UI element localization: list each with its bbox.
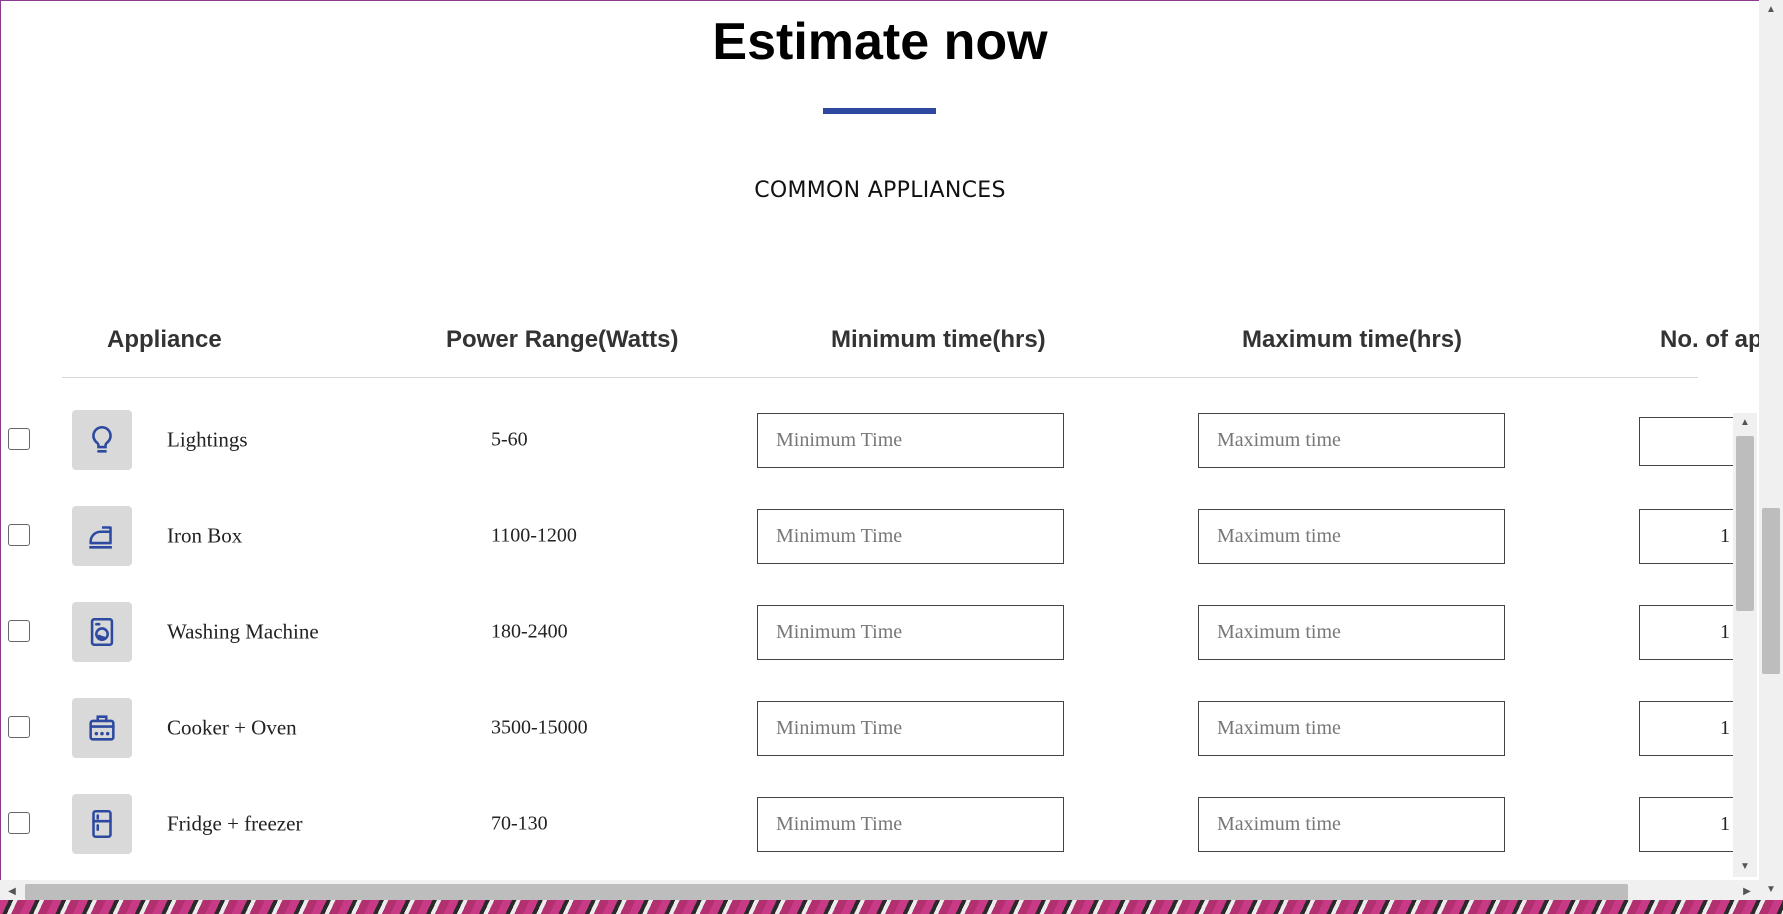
page-scroll-down-icon[interactable]: ▼	[1759, 880, 1783, 900]
appliance-name: Washing Machine	[167, 619, 319, 644]
row-checkbox[interactable]	[8, 812, 30, 834]
appliance-count-input[interactable]	[1639, 605, 1733, 660]
table-row: Cooker + Oven 3500-15000	[0, 688, 1733, 784]
fridge-icon	[72, 794, 132, 854]
header-minimum-time: Minimum time(hrs)	[831, 326, 1046, 353]
page-scroll-thumb[interactable]	[1762, 508, 1780, 674]
page-vertical-scrollbar[interactable]: ▲ ▼	[1759, 0, 1783, 900]
power-range: 180-2400	[491, 620, 568, 643]
table-row: Iron Box 1100-1200	[0, 496, 1733, 592]
table-vertical-scrollbar[interactable]: ▲ ▼	[1733, 413, 1757, 877]
header-divider	[62, 377, 1698, 378]
row-checkbox[interactable]	[8, 524, 30, 546]
title-underline	[823, 108, 936, 114]
appliance-name: Lightings	[167, 427, 248, 452]
table-scroll-thumb[interactable]	[1736, 436, 1754, 611]
scroll-up-icon[interactable]: ▲	[1733, 413, 1757, 433]
header-appliance: Appliance	[107, 326, 222, 353]
table-row: Washing Machine 180-2400	[0, 592, 1733, 688]
section-subtitle: COMMON APPLIANCES	[754, 178, 1006, 203]
appliance-count-input[interactable]	[1639, 797, 1733, 852]
page-title: Estimate now	[712, 13, 1048, 71]
appliance-name: Cooker + Oven	[167, 715, 297, 740]
washing-machine-icon	[72, 602, 132, 662]
power-range: 3500-15000	[491, 716, 588, 739]
row-checkbox[interactable]	[8, 716, 30, 738]
appliance-count-input[interactable]	[1639, 701, 1733, 756]
minimum-time-input[interactable]	[757, 509, 1064, 564]
horizontal-scroll-thumb[interactable]	[25, 884, 1628, 900]
minimum-time-input[interactable]	[757, 797, 1064, 852]
power-range: 1100-1200	[491, 524, 577, 547]
maximum-time-input[interactable]	[1198, 797, 1505, 852]
power-range: 70-130	[491, 812, 548, 835]
header-maximum-time: Maximum time(hrs)	[1242, 326, 1463, 353]
appliance-name: Iron Box	[167, 523, 243, 548]
appliance-name: Fridge + freezer	[167, 811, 303, 836]
background-image-strip	[0, 900, 1783, 914]
appliance-count-input[interactable]	[1639, 417, 1733, 466]
table-row: Fridge + freezer 70-130	[0, 784, 1733, 878]
appliance-list[interactable]: Lightings 5-60 Iron Box 1100-1200 Washin…	[0, 400, 1733, 878]
minimum-time-input[interactable]	[757, 413, 1064, 468]
scroll-down-icon[interactable]: ▼	[1733, 857, 1757, 877]
oven-icon	[72, 698, 132, 758]
maximum-time-input[interactable]	[1198, 605, 1505, 660]
power-range: 5-60	[491, 428, 528, 451]
maximum-time-input[interactable]	[1198, 509, 1505, 564]
maximum-time-input[interactable]	[1198, 701, 1505, 756]
lightbulb-icon	[72, 410, 132, 470]
table-header: Appliance Power Range(Watts) Minimum tim…	[0, 320, 1763, 360]
row-checkbox[interactable]	[8, 428, 30, 450]
page-scroll-up-icon[interactable]: ▲	[1759, 0, 1783, 20]
iron-icon	[72, 506, 132, 566]
table-row: Lightings 5-60	[0, 400, 1733, 496]
appliance-count-input[interactable]	[1639, 509, 1733, 564]
maximum-time-input[interactable]	[1198, 413, 1505, 468]
header-power-range: Power Range(Watts)	[446, 326, 679, 353]
minimum-time-input[interactable]	[757, 701, 1064, 756]
row-checkbox[interactable]	[8, 620, 30, 642]
minimum-time-input[interactable]	[757, 605, 1064, 660]
header-number-of-appliances: No. of ap	[1660, 326, 1763, 353]
